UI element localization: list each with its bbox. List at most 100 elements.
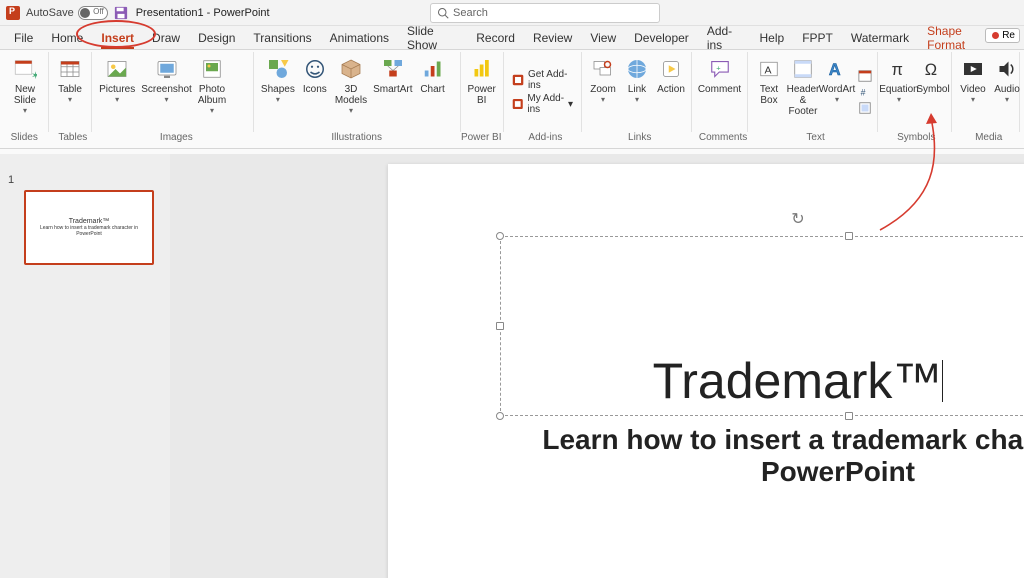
svg-text:✶: ✶ [31,70,37,81]
symbol-icon: Ω [920,56,946,82]
powerbi-button[interactable]: PowerBI [465,52,499,132]
photo-album-icon [199,56,225,82]
chart-button[interactable]: Chart [416,52,450,132]
audio-button[interactable]: Audio▾ [990,52,1024,132]
tab-watermark[interactable]: Watermark [851,31,909,45]
tab-view[interactable]: View [590,31,616,45]
new-slide-button[interactable]: ✶NewSlide▾ [8,52,42,132]
wordart-icon: A [824,56,850,82]
slidenum-button[interactable]: # [858,85,876,99]
record-dot-icon [992,32,999,39]
group-label-links: Links [586,132,694,148]
table-button[interactable]: Table▾ [53,52,87,132]
wordart-button[interactable]: AWordArt▾ [820,52,854,132]
textbox-button[interactable]: ATextBox [752,52,786,132]
pictures-button[interactable]: Pictures▾ [96,52,138,132]
smartart-button[interactable]: SmartArt [370,52,415,132]
slide-thumbnail-1[interactable]: Trademark™ Learn how to insert a tradema… [24,190,154,265]
get-addins-button[interactable]: Get Add-ins [512,69,573,91]
tab-fppt[interactable]: FPPT [802,31,833,45]
rotation-handle-icon[interactable]: ↻ [791,209,804,229]
resize-handle[interactable] [496,412,504,420]
chevron-down-icon: ▾ [23,107,27,115]
group-label-images: Images [97,132,256,148]
slide-editor[interactable]: ↻ Trademark™ Learn how to insert a trade… [170,154,1024,578]
group-label-power-bi: Power BI [458,132,506,148]
tab-record[interactable]: Record [476,31,515,45]
text-cursor [942,360,943,402]
ribbon-group-media: Video▾Audio▾ [952,52,1020,132]
group-label-text: Text [753,132,879,148]
autosave-pill[interactable]: Off [78,6,108,20]
title-bar: AutoSave Off Presentation1 - PowerPoint … [0,0,1024,26]
photo-album-button[interactable]: PhotoAlbum▾ [195,52,229,132]
equation-button[interactable]: πEquation▾ [882,52,916,132]
resize-handle[interactable] [496,232,504,240]
comment-button[interactable]: +Comment [696,52,743,132]
action-button[interactable]: Action [654,52,688,132]
search-icon [437,7,449,19]
symbol-button[interactable]: ΩSymbol [916,52,950,132]
action-icon [658,56,684,82]
video-button[interactable]: Video▾ [956,52,990,132]
chevron-down-icon: ▾ [897,96,901,104]
tab-help[interactable]: Help [760,31,785,45]
thumbnail-pane[interactable]: 1 Trademark™ Learn how to insert a trade… [0,154,170,578]
ribbon-group-tables: Table▾ [49,52,92,132]
tab-insert[interactable]: Insert [101,31,134,45]
chevron-down-icon: ▾ [68,96,72,104]
tab-shape-format[interactable]: Shape Format [927,24,992,52]
tab-file[interactable]: File [14,31,33,45]
tab-transitions[interactable]: Transitions [253,31,311,45]
3d-button[interactable]: 3DModels▾ [332,52,370,132]
resize-handle[interactable] [845,232,853,240]
document-title: Presentation1 - PowerPoint [136,7,270,19]
resize-handle[interactable] [845,412,853,420]
slide-subtitle-text[interactable]: Learn how to insert a trademark characte… [528,424,1024,488]
tab-draw[interactable]: Draw [152,31,180,45]
smartart-icon [380,56,406,82]
save-icon[interactable] [114,6,128,20]
date-button[interactable] [858,69,876,83]
search-box[interactable]: Search [430,3,660,23]
slide-title-text[interactable]: Trademark™ [388,352,1024,410]
tab-slideshow[interactable]: Slide Show [407,24,458,52]
resize-handle[interactable] [496,322,504,330]
ribbon-stack: # [854,52,880,132]
svg-text:A: A [765,65,772,77]
slide-canvas[interactable]: ↻ Trademark™ Learn how to insert a trade… [388,164,1024,578]
ribbon: ✶NewSlide▾ Table▾ Pictures▾Screenshot▾Phot… [0,50,1024,149]
ribbon-group-add-ins: Get Add-insMy Add-ins ▾ [504,52,582,132]
tab-design[interactable]: Design [198,31,235,45]
screenshot-icon [154,56,180,82]
svg-text:A: A [829,61,841,79]
link-icon [624,56,650,82]
tab-developer[interactable]: Developer [634,31,689,45]
ribbon-group-slides: ✶NewSlide▾ [4,52,49,132]
autosave-label: AutoSave [26,7,74,19]
shapes-button[interactable]: Shapes▾ [258,52,298,132]
svg-text:#: # [861,88,866,98]
tab-addins[interactable]: Add-ins [707,24,742,52]
headerfooter-button[interactable]: Header& Footer [786,52,820,132]
my-addins-button[interactable]: My Add-ins ▾ [512,93,573,115]
search-placeholder: Search [453,7,488,19]
record-shortcut-button[interactable]: Re [985,28,1020,43]
chevron-down-icon: ▾ [835,96,839,104]
textbox-icon: A [756,56,782,82]
link-button[interactable]: Link▾ [620,52,654,132]
ribbon-group-symbols: πEquation▾ΩSymbol [878,52,952,132]
screenshot-button[interactable]: Screenshot▾ [138,52,195,132]
tab-animations[interactable]: Animations [330,31,389,45]
zoom-button[interactable]: Zoom▾ [586,52,620,132]
object-button[interactable] [858,101,876,115]
zoom-icon [590,56,616,82]
group-label-slides: Slides [0,132,50,148]
group-label-illustrations: Illustrations [256,132,457,148]
autosave-toggle[interactable]: AutoSave Off [26,6,108,20]
3d-icon [338,56,364,82]
tab-review[interactable]: Review [533,31,572,45]
icons-button[interactable]: Icons [298,52,332,132]
tab-home[interactable]: Home [51,31,83,45]
svg-text:+: + [716,64,721,73]
